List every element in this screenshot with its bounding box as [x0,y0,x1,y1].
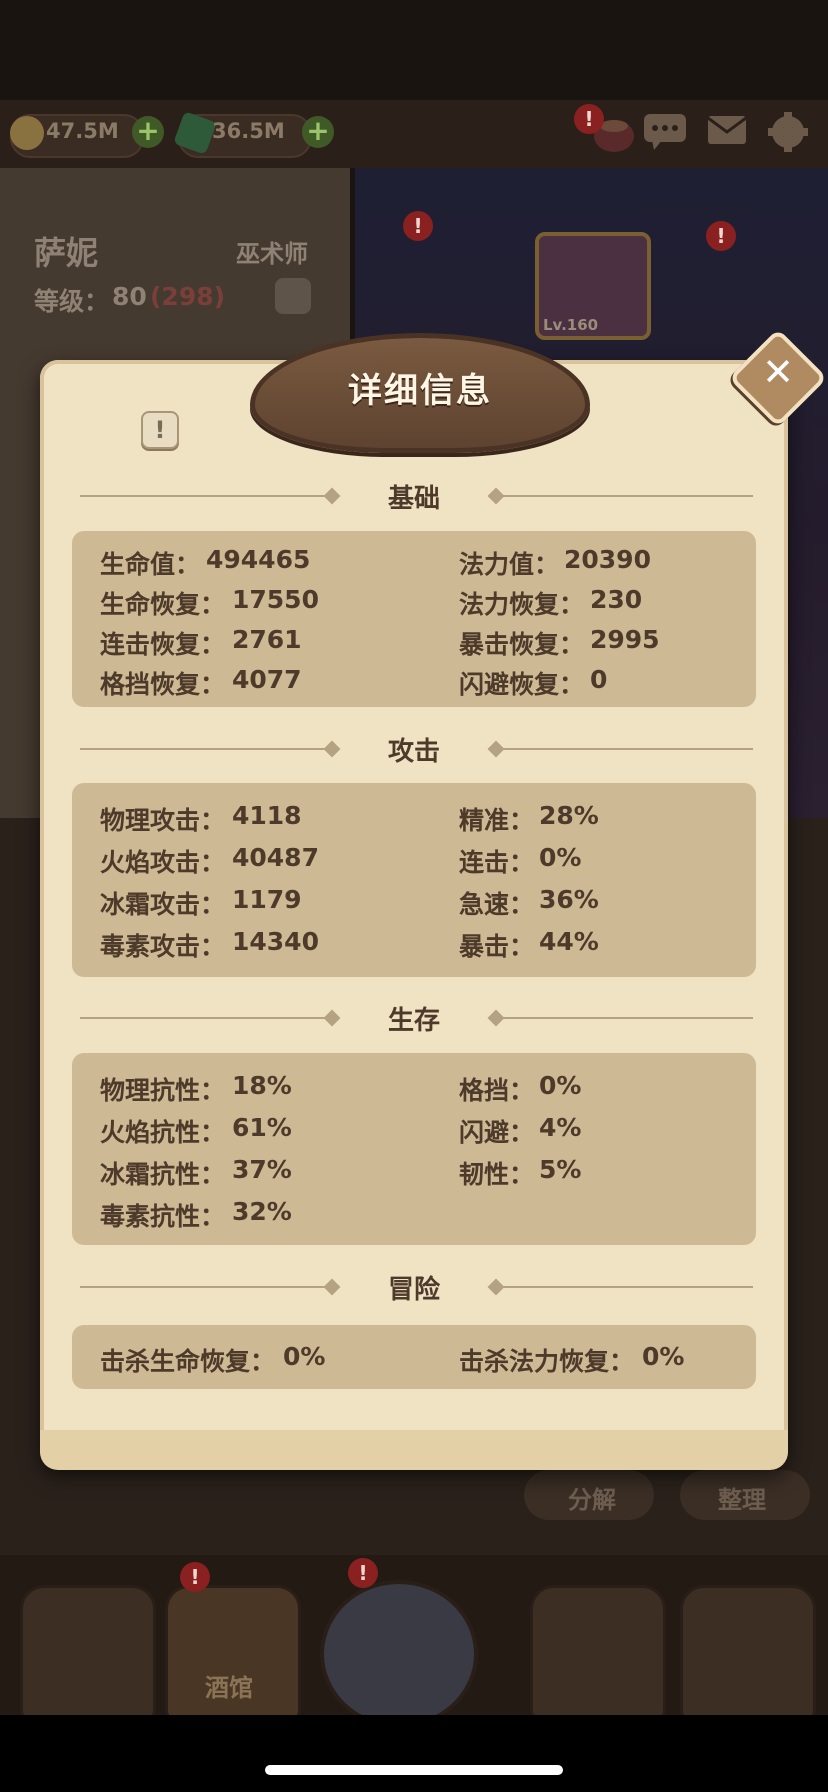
stat-label: 火焰抗性： [100,1118,226,1147]
chat-icon[interactable] [642,110,688,161]
add-gem-button[interactable]: + [302,116,334,148]
nav-tavern-label: 酒馆 [205,1674,253,1702]
hero-info-icon[interactable] [275,278,311,314]
stat-value: 1179 [232,885,302,914]
stat-value: 61% [232,1113,292,1142]
decompose-label: 分解 [568,1486,616,1514]
stat-label: 暴击： [459,932,535,961]
stat-value: 18% [232,1071,292,1100]
section-divider-left [80,748,330,750]
stat-label: 暴击恢复： [459,630,585,659]
stat-label: 冰霜攻击： [100,890,226,919]
stat-value: 44% [539,927,599,956]
hero-level-label: 等级： [34,287,110,316]
section-title-survival: 生存 [387,1006,440,1036]
stat-label: 闪避： [459,1118,535,1147]
stat-value: 2995 [590,625,660,654]
section-divider-right [498,495,753,497]
stat-label: 格挡： [459,1076,535,1105]
stat-value: 494465 [206,545,311,574]
stat-value: 4118 [232,801,302,830]
section-title-attack: 攻击 [387,737,440,767]
section-title-basic: 基础 [387,484,440,514]
stat-value: 0% [539,1071,582,1100]
stat-value: 37% [232,1155,292,1184]
stat-value: 20390 [564,545,651,574]
stat-value: 230 [590,585,643,614]
stat-value: 5% [539,1155,582,1184]
hero-level: 80 [112,282,147,311]
stat-value: 4077 [232,665,302,694]
stat-value: 0% [539,843,582,872]
mail-icon[interactable] [706,110,748,159]
stat-label: 冰霜抗性： [100,1160,226,1189]
stat-value: 14340 [232,927,319,956]
stat-label: 精准： [459,806,535,835]
hero-name: 萨妮 [34,234,99,272]
stat-label: 生命恢复： [100,590,226,619]
stat-label: 法力值： [459,550,560,579]
settings-gear-icon[interactable] [766,110,810,163]
nav-house-icon[interactable] [20,1585,156,1721]
slot-alert-icon: ! [403,211,433,241]
section-divider-left [80,1286,330,1288]
mailbag-alert-icon: ! [574,104,604,134]
stat-label: 物理攻击： [100,806,226,835]
stat-label: 生命值： [100,550,201,579]
stat-value: 40487 [232,843,319,872]
nav-adventure-icon[interactable] [320,1580,478,1728]
add-gold-button[interactable]: + [132,116,164,148]
nav-forge-icon[interactable] [680,1585,816,1721]
adventure-alert-icon: ! [348,1558,378,1588]
section-divider-right [498,748,753,750]
section-divider-right [498,1017,753,1019]
section-divider-right [498,1286,753,1288]
stat-label: 火焰攻击： [100,848,226,877]
gold-coin-icon [10,116,44,150]
stat-value: 32% [232,1197,292,1226]
section-title-adventure: 冒险 [387,1275,440,1305]
section-divider-left [80,1017,330,1019]
stat-value: 0% [642,1342,685,1371]
hero-class: 巫术师 [236,240,308,268]
nav-guild-icon[interactable] [530,1585,666,1721]
slot-alert-icon-2: ! [706,221,736,251]
stat-label: 连击恢复： [100,630,226,659]
home-indicator[interactable] [265,1765,563,1775]
dialog-title: 详细信息 [348,371,492,411]
stat-label: 连击： [459,848,535,877]
hero-level-extra: (298) [150,282,226,311]
stat-label: 击杀生命恢复： [100,1347,276,1376]
stat-label: 毒素抗性： [100,1202,226,1231]
stat-label: 击杀法力恢复： [459,1347,635,1376]
stat-label: 格挡恢复： [100,670,226,699]
stat-label: 毒素攻击： [100,932,226,961]
gold-amount: 47.5M [46,119,119,143]
stat-value: 28% [539,801,599,830]
system-bar [0,1715,828,1792]
stat-label: 韧性： [459,1160,535,1189]
stat-label: 闪避恢复： [459,670,585,699]
stat-label: 急速： [459,890,535,919]
stat-value: 4% [539,1113,582,1142]
section-divider-left [80,495,330,497]
dialog-bottom-edge [40,1430,788,1470]
stat-label: 法力恢复： [459,590,585,619]
stat-value: 17550 [232,585,319,614]
stat-value: 0% [283,1342,326,1371]
info-icon[interactable]: ! [141,411,179,449]
portrait-level: Lv.160 [543,316,599,334]
organize-label: 整理 [718,1486,766,1514]
stat-label: 物理抗性： [100,1076,226,1105]
tavern-alert-icon: ! [180,1562,210,1592]
close-icon[interactable]: ✕ [743,350,813,394]
stat-value: 0 [590,665,608,694]
stat-value: 36% [539,885,599,914]
gem-amount: 36.5M [212,119,285,143]
stat-value: 2761 [232,625,302,654]
